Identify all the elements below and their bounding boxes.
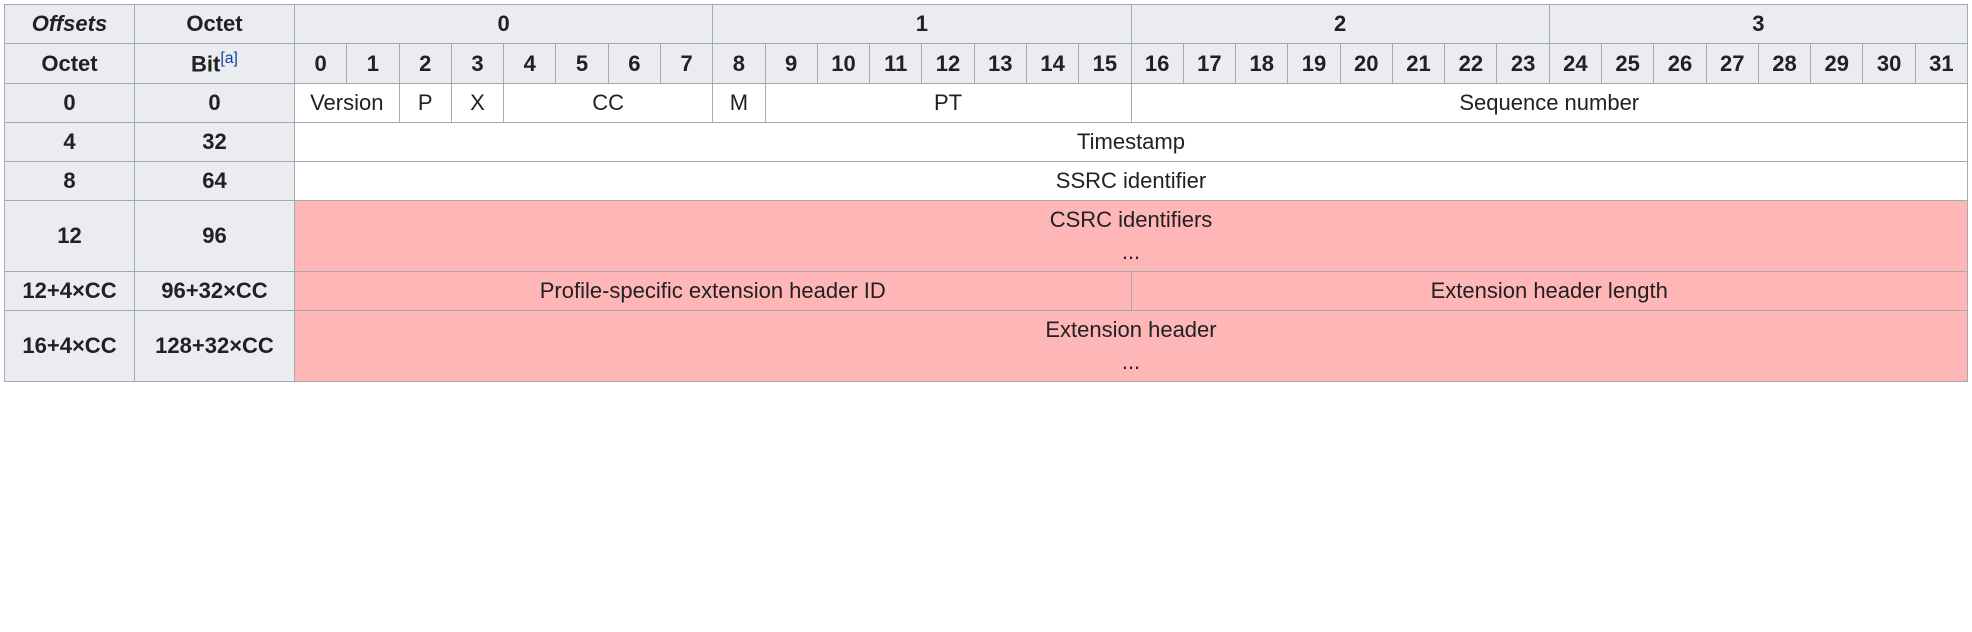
bit-col-12: 12 <box>922 44 974 84</box>
bit-col-27: 27 <box>1706 44 1758 84</box>
bit-col-13: 13 <box>974 44 1026 84</box>
table-row: 1296CSRC identifiers... <box>5 201 1968 272</box>
bit-col-2: 2 <box>399 44 451 84</box>
table-header: Offsets Octet 0 1 2 3 Octet Bit[a] 01234… <box>5 5 1968 84</box>
field-cell: X <box>451 84 503 123</box>
field-continuation: ... <box>303 349 1959 375</box>
bit-col-16: 16 <box>1131 44 1183 84</box>
field-label: Extension header <box>303 317 1959 343</box>
octet-col-0: 0 <box>295 5 713 44</box>
field-cell: Timestamp <box>295 123 1968 162</box>
row-bit-offset: 32 <box>135 123 295 162</box>
field-cell: Extension header... <box>295 311 1968 382</box>
header-bit-label: Bit[a] <box>135 44 295 84</box>
row-octet-offset: 0 <box>5 84 135 123</box>
field-cell: CC <box>504 84 713 123</box>
row-octet-offset: 8 <box>5 162 135 201</box>
bit-col-24: 24 <box>1549 44 1601 84</box>
row-bit-offset: 96 <box>135 201 295 272</box>
bit-col-1: 1 <box>347 44 399 84</box>
bit-col-19: 19 <box>1288 44 1340 84</box>
field-cell: M <box>713 84 765 123</box>
bit-col-25: 25 <box>1602 44 1654 84</box>
header-row-octet-groups: Offsets Octet 0 1 2 3 <box>5 5 1968 44</box>
octet-col-3: 3 <box>1549 5 1967 44</box>
bit-col-6: 6 <box>608 44 660 84</box>
bit-col-3: 3 <box>451 44 503 84</box>
bit-col-26: 26 <box>1654 44 1706 84</box>
row-bit-offset: 128+32×CC <box>135 311 295 382</box>
bit-col-31: 31 <box>1915 44 1967 84</box>
row-octet-offset: 12 <box>5 201 135 272</box>
bit-col-7: 7 <box>660 44 712 84</box>
row-octet-offset: 4 <box>5 123 135 162</box>
field-cell: SSRC identifier <box>295 162 1968 201</box>
bit-col-0: 0 <box>295 44 347 84</box>
table-row: 12+4×CC96+32×CCProfile-specific extensio… <box>5 272 1968 311</box>
bit-col-17: 17 <box>1183 44 1235 84</box>
bit-col-21: 21 <box>1392 44 1444 84</box>
bit-col-23: 23 <box>1497 44 1549 84</box>
octet-col-2: 2 <box>1131 5 1549 44</box>
bit-col-30: 30 <box>1863 44 1915 84</box>
field-continuation: ... <box>303 239 1959 265</box>
row-bit-offset: 0 <box>135 84 295 123</box>
table-body: 00VersionPXCCMPTSequence number432Timest… <box>5 84 1968 382</box>
header-octet-label: Octet <box>135 5 295 44</box>
field-cell: PT <box>765 84 1131 123</box>
header-bit-text: Bit <box>191 51 220 76</box>
header-row-bits: Octet Bit[a] 012345678910111213141516171… <box>5 44 1968 84</box>
field-cell: Extension header length <box>1131 272 1968 311</box>
field-label: CSRC identifiers <box>303 207 1959 233</box>
row-bit-offset: 64 <box>135 162 295 201</box>
field-cell: Profile-specific extension header ID <box>295 272 1132 311</box>
packet-header-table: Offsets Octet 0 1 2 3 Octet Bit[a] 01234… <box>4 4 1968 382</box>
bit-col-20: 20 <box>1340 44 1392 84</box>
bit-col-18: 18 <box>1236 44 1288 84</box>
field-cell: Sequence number <box>1131 84 1968 123</box>
table-row: 864SSRC identifier <box>5 162 1968 201</box>
footnote-ref-link[interactable]: [a] <box>220 50 238 67</box>
bit-col-14: 14 <box>1026 44 1078 84</box>
table-row: 00VersionPXCCMPTSequence number <box>5 84 1968 123</box>
bit-col-28: 28 <box>1758 44 1810 84</box>
bit-col-4: 4 <box>504 44 556 84</box>
table-row: 432Timestamp <box>5 123 1968 162</box>
octet-col-1: 1 <box>713 5 1131 44</box>
bit-col-11: 11 <box>870 44 922 84</box>
bit-col-8: 8 <box>713 44 765 84</box>
field-cell: Version <box>295 84 400 123</box>
table-row: 16+4×CC128+32×CCExtension header... <box>5 311 1968 382</box>
row-octet-offset: 12+4×CC <box>5 272 135 311</box>
row-octet-offset: 16+4×CC <box>5 311 135 382</box>
bit-col-29: 29 <box>1811 44 1863 84</box>
bit-col-9: 9 <box>765 44 817 84</box>
bit-col-10: 10 <box>817 44 869 84</box>
header-octet-label-2: Octet <box>5 44 135 84</box>
bit-col-22: 22 <box>1445 44 1497 84</box>
bit-col-5: 5 <box>556 44 608 84</box>
field-cell: P <box>399 84 451 123</box>
header-offsets: Offsets <box>5 5 135 44</box>
field-cell: CSRC identifiers... <box>295 201 1968 272</box>
row-bit-offset: 96+32×CC <box>135 272 295 311</box>
bit-col-15: 15 <box>1079 44 1131 84</box>
